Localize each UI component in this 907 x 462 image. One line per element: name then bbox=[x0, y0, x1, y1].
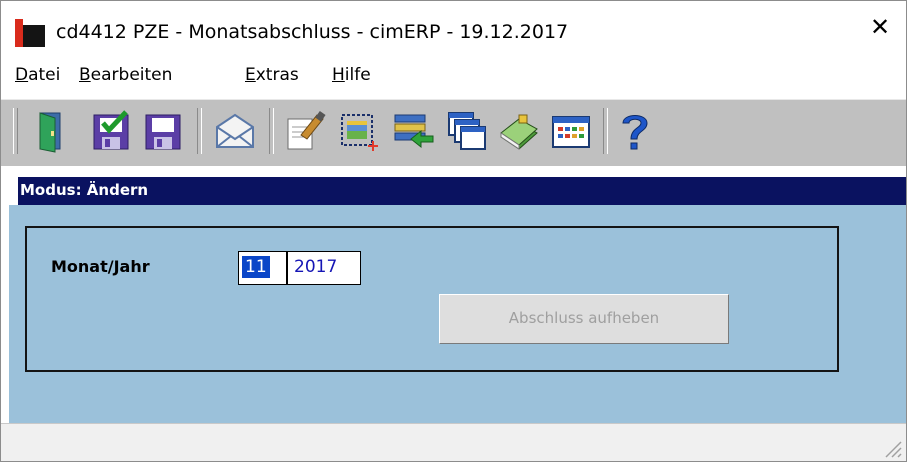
menu-hilfe[interactable]: Hilfe bbox=[332, 65, 371, 85]
status-bar bbox=[1, 423, 906, 461]
year-value: 2017 bbox=[294, 257, 338, 277]
calendar-icon[interactable] bbox=[549, 109, 593, 153]
title-bar[interactable]: cd4412 PZE - Monatsabschluss - cimERP - … bbox=[1, 1, 906, 53]
book-icon[interactable] bbox=[497, 109, 541, 153]
menu-datei[interactable]: Datei bbox=[15, 65, 60, 85]
edit-document-icon[interactable] bbox=[283, 109, 327, 153]
menu-bar: Datei Bearbeiten Extras Hilfe bbox=[1, 57, 906, 97]
workspace: Monat/Jahr 11 2017 Abschluss aufheben bbox=[9, 205, 906, 423]
month-year-label: Monat/Jahr bbox=[51, 257, 150, 276]
help-question-icon[interactable] bbox=[613, 109, 657, 153]
mode-status-bar: Modus: Ändern bbox=[18, 177, 906, 205]
resize-grip-icon[interactable] bbox=[882, 438, 902, 458]
save-and-check-icon[interactable] bbox=[89, 109, 133, 153]
toolbar-separator bbox=[197, 108, 202, 154]
toolbar-separator bbox=[603, 108, 608, 154]
form-panel: Monat/Jahr 11 2017 Abschluss aufheben bbox=[25, 226, 839, 372]
menu-extras[interactable]: Extras bbox=[245, 65, 299, 85]
window-title: cd4412 PZE - Monatsabschluss - cimERP - … bbox=[56, 21, 569, 43]
toolbar-grip[interactable] bbox=[13, 108, 18, 154]
menu-bearbeiten[interactable]: Bearbeiten bbox=[79, 65, 172, 85]
toolbar-separator bbox=[269, 108, 274, 154]
year-input[interactable]: 2017 bbox=[287, 251, 361, 285]
new-record-icon[interactable] bbox=[337, 109, 381, 153]
month-value: 11 bbox=[242, 256, 270, 278]
exit-door-icon[interactable] bbox=[31, 109, 75, 153]
windows-icon[interactable] bbox=[445, 109, 489, 153]
save-icon[interactable] bbox=[141, 109, 185, 153]
mode-label: Modus: Ändern bbox=[20, 181, 149, 199]
month-input[interactable]: 11 bbox=[238, 251, 287, 285]
undo-close-button[interactable]: Abschluss aufheben bbox=[439, 294, 729, 344]
transfer-records-icon[interactable] bbox=[391, 109, 435, 153]
application-window: cd4412 PZE - Monatsabschluss - cimERP - … bbox=[0, 0, 907, 462]
app-logo-icon bbox=[15, 19, 45, 47]
toolbar bbox=[1, 99, 906, 166]
mail-envelope-icon[interactable] bbox=[213, 109, 257, 153]
close-icon[interactable]: ✕ bbox=[866, 13, 894, 41]
